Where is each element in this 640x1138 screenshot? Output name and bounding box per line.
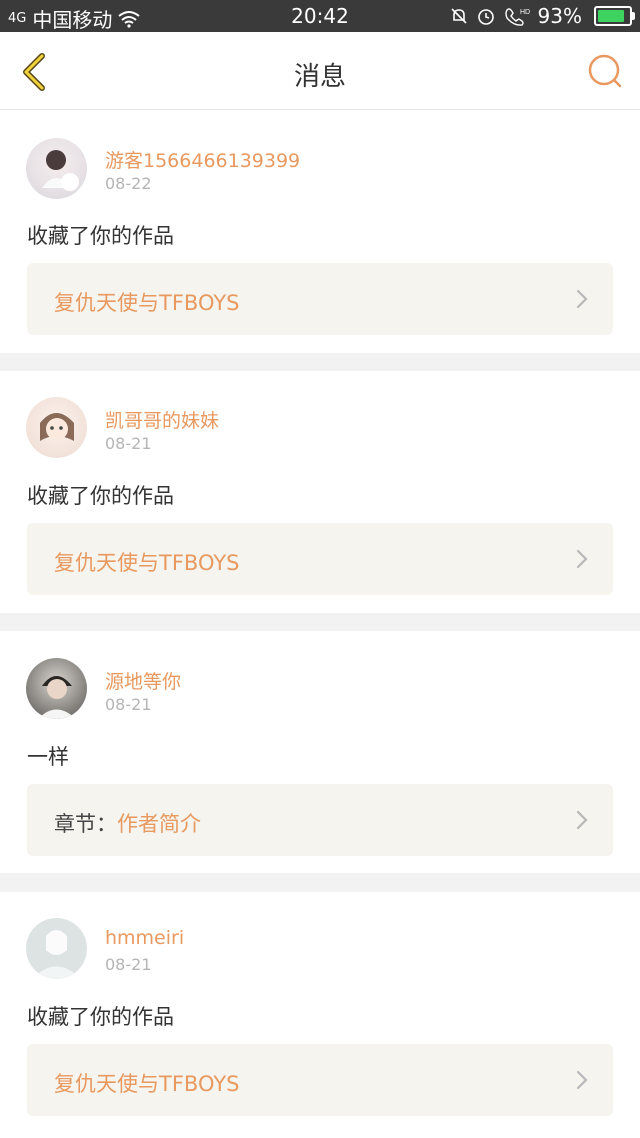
user-name[interactable]: 凯哥哥的妹妹 <box>105 406 219 433</box>
work-link[interactable]: 复仇天使与TFBOYS <box>27 523 613 595</box>
user-name[interactable]: 源地等你 <box>105 667 181 694</box>
avatar[interactable] <box>26 918 87 979</box>
avatar[interactable] <box>26 138 87 199</box>
chevron-right-icon <box>576 1070 588 1090</box>
message-card: 游客1566466139399 08-22 收藏了你的作品 复仇天使与TFBOY… <box>0 110 640 353</box>
message-text: 一样 <box>27 745 69 769</box>
mute-bell-icon <box>450 8 467 24</box>
svg-text:HD: HD <box>520 9 530 16</box>
battery-icon <box>594 6 635 26</box>
message-date: 08-21 <box>105 434 152 453</box>
nav-bar: 消息 <box>0 32 640 110</box>
hd-call-icon: HD <box>504 8 530 26</box>
battery-percent: 93% <box>537 4 582 28</box>
work-link[interactable]: 复仇天使与TFBOYS <box>27 263 613 335</box>
message-text: 收藏了你的作品 <box>27 224 174 248</box>
work-link-label: 复仇天使与TFBOYS <box>54 551 240 575</box>
status-right: HD 93% <box>450 4 635 28</box>
page-title: 消息 <box>293 62 346 92</box>
message-date: 08-21 <box>105 695 152 714</box>
avatar[interactable] <box>26 658 87 719</box>
message-date: 08-22 <box>105 174 152 193</box>
work-link-label: 复仇天使与TFBOYS <box>54 291 240 315</box>
user-name[interactable]: hmmeiri <box>105 927 184 949</box>
status-bar: 4G 中国移动 20:42 HD 93% <box>0 0 640 32</box>
chevron-right-icon <box>576 549 588 569</box>
work-link[interactable]: 复仇天使与TFBOYS <box>27 1044 613 1116</box>
chevron-right-icon <box>576 810 588 830</box>
message-text: 收藏了你的作品 <box>27 484 174 508</box>
message-date: 08-21 <box>105 955 152 974</box>
message-card: 凯哥哥的妹妹 08-21 收藏了你的作品 复仇天使与TFBOYS <box>0 371 640 613</box>
alarm-icon <box>477 9 494 25</box>
chapter-link-label: 章节：作者简介 <box>54 812 201 836</box>
message-card: 源地等你 08-21 一样 章节：作者简介 <box>0 631 640 873</box>
avatar[interactable] <box>26 397 87 458</box>
chapter-link[interactable]: 章节：作者简介 <box>27 784 613 856</box>
search-icon[interactable] <box>586 52 624 90</box>
message-text: 收藏了你的作品 <box>27 1005 174 1029</box>
chevron-right-icon <box>576 289 588 309</box>
work-link-label: 复仇天使与TFBOYS <box>54 1072 240 1096</box>
user-name[interactable]: 游客1566466139399 <box>105 146 300 173</box>
message-card: hmmeiri 08-21 收藏了你的作品 复仇天使与TFBOYS <box>0 892 640 1138</box>
